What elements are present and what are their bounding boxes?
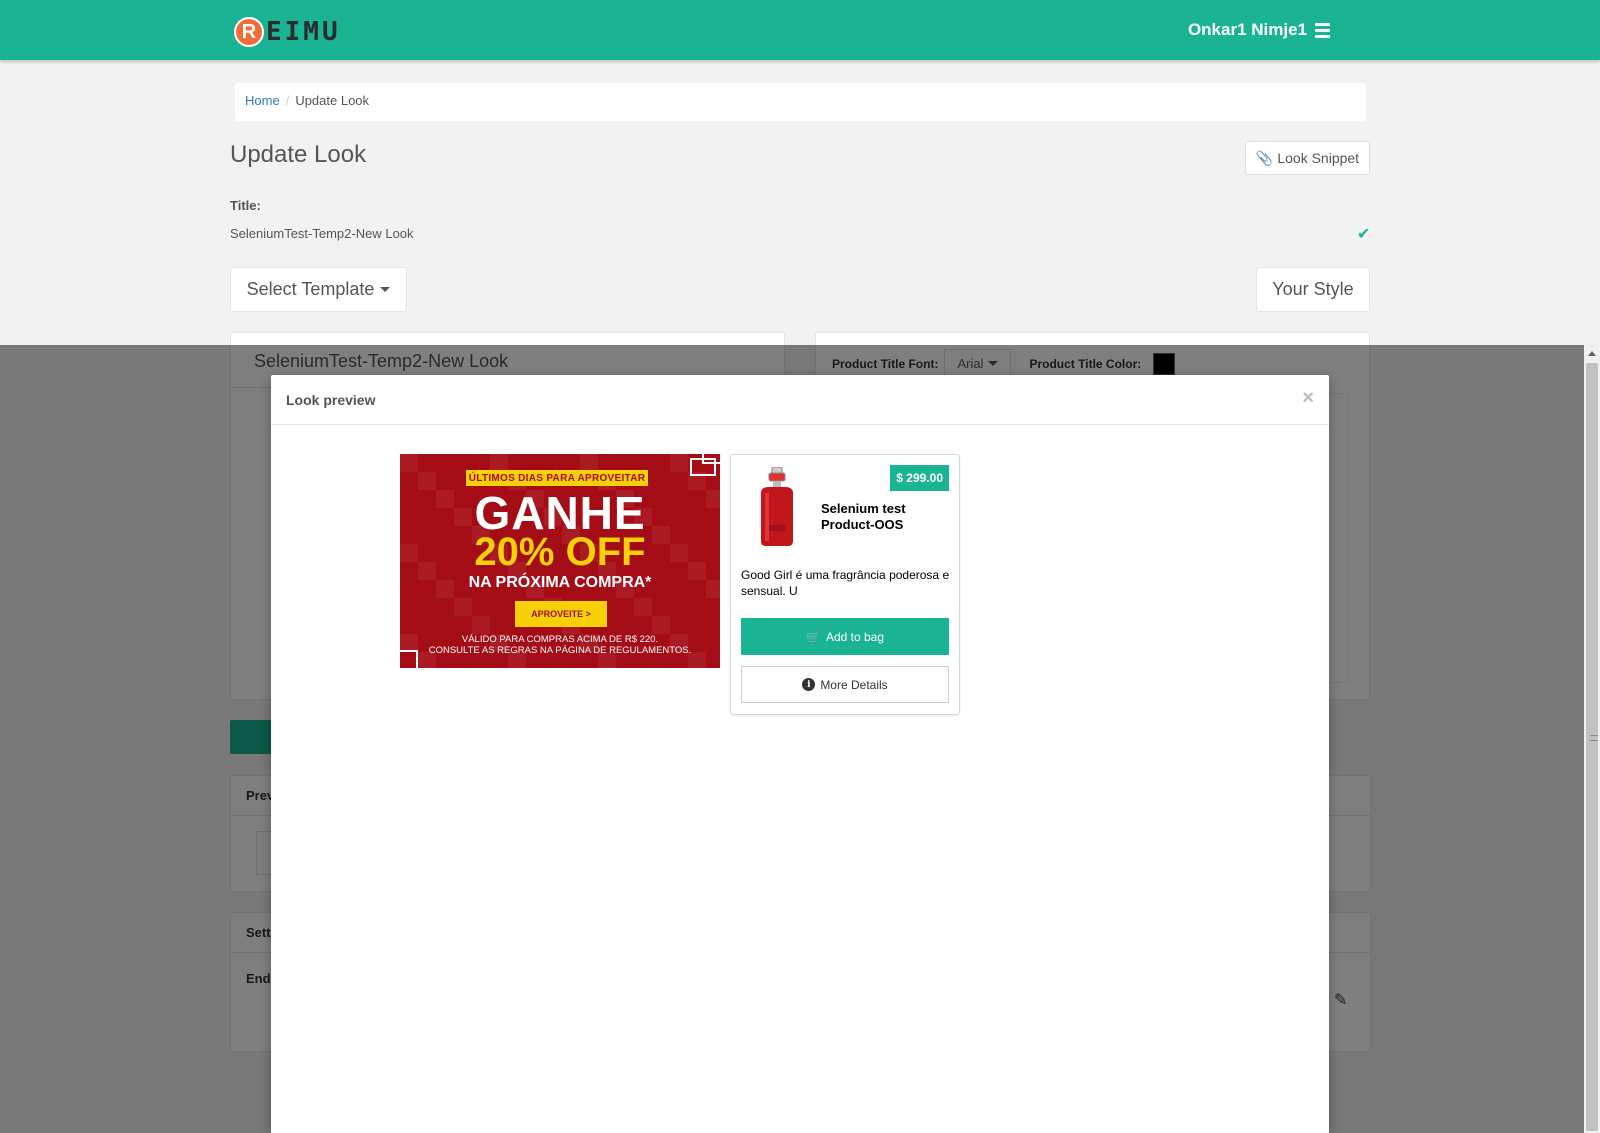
product-name[interactable]: Selenium test Product-OOS bbox=[821, 501, 941, 533]
select-template-dropdown[interactable]: Select Template bbox=[230, 267, 407, 312]
modal-title: Look preview bbox=[286, 392, 376, 408]
scroll-thumb[interactable] bbox=[1586, 363, 1598, 1131]
product-description: Good Girl é uma fragrância poderosa e se… bbox=[741, 568, 950, 598]
logo-text: EIMU bbox=[266, 17, 341, 47]
banner-fine-line: CONSULTE AS REGRAS NA PÁGINA DE REGULAME… bbox=[428, 645, 692, 656]
scrollbar[interactable] bbox=[1584, 345, 1600, 1133]
banner-tile bbox=[652, 616, 670, 634]
banner-tile bbox=[400, 454, 418, 472]
close-icon[interactable]: × bbox=[1302, 387, 1314, 410]
caret-down-icon bbox=[380, 287, 391, 292]
your-style-button[interactable]: Your Style bbox=[1256, 267, 1370, 312]
banner-tile bbox=[670, 454, 688, 472]
logo[interactable]: R EIMU bbox=[234, 16, 341, 48]
banner-tile bbox=[634, 598, 652, 616]
banner-subline: NA PRÓXIMA COMPRA* bbox=[468, 574, 652, 591]
banner-tile bbox=[418, 472, 436, 490]
banner-corner-square bbox=[702, 454, 720, 464]
breadcrumb-home-link[interactable]: Home bbox=[245, 93, 280, 108]
breadcrumb: Home / Update Look bbox=[235, 83, 1366, 121]
banner-tile bbox=[454, 598, 472, 616]
banner-tag: ÚLTIMOS DIAS PARA APROVEITAR bbox=[466, 470, 648, 486]
add-to-bag-button[interactable]: 🛒 Add to bag bbox=[741, 618, 949, 655]
user-menu[interactable]: Onkar1 Nimje1 bbox=[1188, 20, 1330, 40]
scroll-up-arrow-icon[interactable] bbox=[1584, 345, 1600, 361]
more-details-label: More Details bbox=[820, 677, 888, 692]
title-value[interactable]: SeleniumTest-Temp2-New Look bbox=[230, 226, 414, 241]
paperclip-icon: 📎 bbox=[1255, 149, 1274, 166]
info-icon: i bbox=[802, 678, 816, 691]
product-image[interactable] bbox=[755, 467, 799, 547]
hamburger-icon[interactable] bbox=[1315, 22, 1330, 38]
select-template-label: Select Template bbox=[246, 279, 375, 299]
scroll-grip-icon bbox=[1590, 735, 1598, 741]
product-card: $ 299.00 Selenium test Product-OOS Good … bbox=[730, 454, 960, 715]
price-badge: $ 299.00 bbox=[890, 465, 949, 491]
breadcrumb-separator: / bbox=[285, 93, 290, 108]
modal-header: Look preview × bbox=[271, 375, 1329, 425]
banner-fine-print: VÁLIDO PARA COMPRAS ACIMA DE R$ 220. CON… bbox=[400, 634, 720, 656]
user-name: Onkar1 Nimje1 bbox=[1187, 20, 1307, 39]
page-title: Update Look bbox=[230, 141, 367, 168]
cart-icon: 🛒 bbox=[805, 629, 821, 644]
look-snippet-label: Look Snippet bbox=[1277, 150, 1360, 166]
top-navbar: R EIMU Onkar1 Nimje1 bbox=[0, 0, 1600, 60]
banner-tile bbox=[472, 616, 490, 634]
your-style-label: Your Style bbox=[1272, 279, 1354, 299]
banner-fine-line: VÁLIDO PARA COMPRAS ACIMA DE R$ 220. bbox=[461, 634, 659, 645]
look-snippet-button[interactable]: 📎 Look Snippet bbox=[1245, 141, 1370, 175]
banner-cta-button[interactable]: APROVEITE > bbox=[515, 601, 607, 627]
add-to-bag-label: Add to bag bbox=[825, 629, 884, 644]
more-details-button[interactable]: i More Details bbox=[741, 666, 949, 703]
breadcrumb-current: Update Look bbox=[295, 93, 370, 108]
check-icon: ✔ bbox=[1357, 226, 1371, 243]
banner-offer: 20% OFF bbox=[474, 530, 646, 574]
promo-banner[interactable]: ÚLTIMOS DIAS PARA APROVEITAR GANHE 20% O… bbox=[400, 454, 720, 668]
look-preview-modal: Look preview × ÚLTIMOS DIAS PARA APROVEI… bbox=[271, 375, 1329, 1133]
logo-badge: R bbox=[234, 17, 264, 47]
title-label: Title: bbox=[230, 198, 261, 213]
